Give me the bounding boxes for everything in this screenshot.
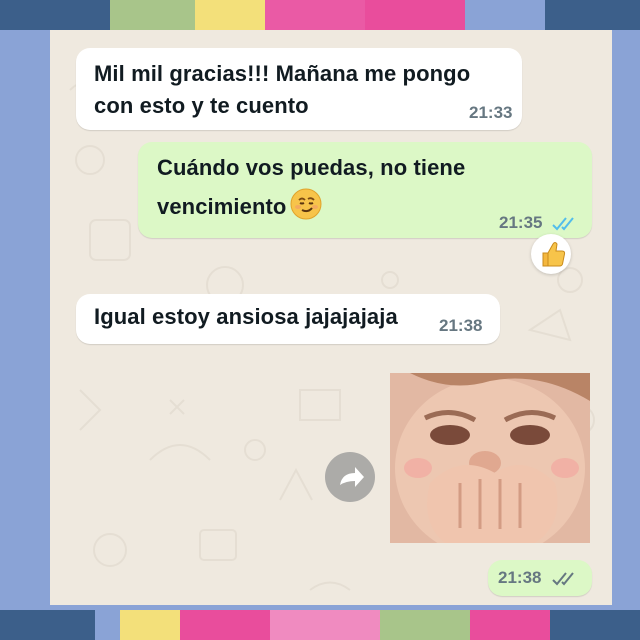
tape-strip bbox=[195, 0, 270, 30]
message-bubble-incoming[interactable]: Igual estoy ansiosa jajajajaja 21:38 bbox=[76, 294, 500, 344]
tape-strip bbox=[0, 610, 95, 640]
tape-strip bbox=[120, 610, 180, 640]
message-text: vencimiento bbox=[157, 188, 322, 223]
tape-strip bbox=[380, 610, 470, 640]
tape-strip bbox=[0, 0, 110, 30]
message-text: Cuándo vos puedas, no tiene bbox=[157, 155, 466, 180]
tape-strip bbox=[270, 610, 380, 640]
message-text: Igual estoy ansiosa jajajajaja bbox=[94, 304, 398, 329]
chat-window: Mil mil gracias!!! Mañana me pongo con e… bbox=[50, 30, 612, 605]
tape-strip bbox=[470, 610, 550, 640]
tape-strip bbox=[550, 610, 640, 640]
laughing-child-image bbox=[390, 373, 590, 543]
message-timestamp-bubble: 21:38 bbox=[488, 560, 592, 596]
tape-strip bbox=[365, 0, 465, 30]
thumbs-up-icon bbox=[542, 242, 566, 267]
message-timestamp: 21:38 bbox=[498, 568, 542, 587]
message-timestamp: 21:38 bbox=[439, 316, 483, 335]
tape-strip bbox=[110, 0, 200, 30]
message-bubble-incoming[interactable]: Mil mil gracias!!! Mañana me pongo con e… bbox=[76, 48, 522, 130]
smirk-emoji-icon bbox=[290, 188, 322, 220]
reaction-badge[interactable] bbox=[531, 234, 571, 274]
message-text: Mil mil gracias!!! Mañana me pongo bbox=[94, 61, 471, 86]
forward-icon bbox=[340, 467, 364, 487]
tape-strip bbox=[545, 0, 640, 30]
sticker-image[interactable] bbox=[390, 373, 590, 543]
tape-strip bbox=[265, 0, 370, 30]
message-text: con esto y te cuento bbox=[94, 93, 309, 118]
read-ticks-icon bbox=[552, 217, 574, 231]
message-timestamp: 21:33 bbox=[469, 103, 513, 122]
tape-strip bbox=[180, 610, 270, 640]
message-timestamp: 21:35 bbox=[499, 213, 543, 232]
forward-button[interactable] bbox=[325, 452, 375, 502]
delivered-ticks-icon bbox=[552, 572, 574, 586]
message-bubble-outgoing[interactable]: Cuándo vos puedas, no tiene vencimiento … bbox=[138, 142, 592, 238]
